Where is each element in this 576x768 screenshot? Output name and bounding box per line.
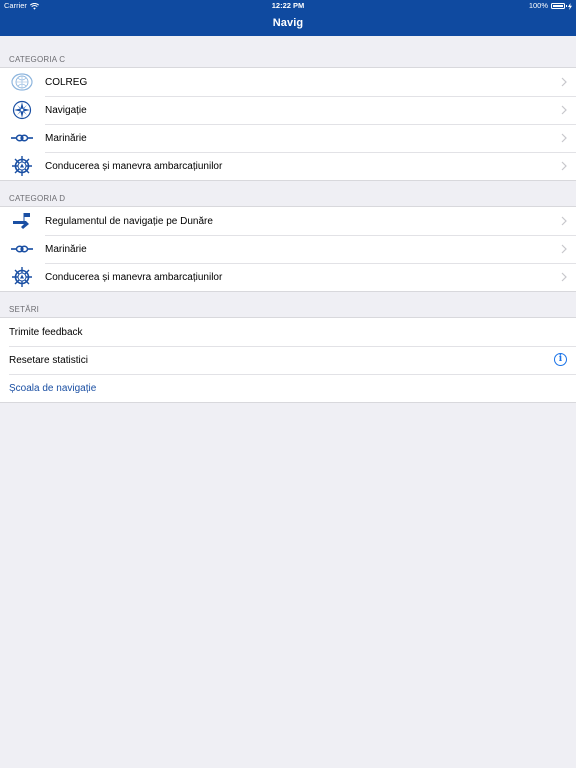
chevron-right-icon [561,105,567,115]
battery-fill [553,5,563,7]
reset-statistics-label: Resetare statistici [9,354,88,366]
page-title: Navig [272,17,304,29]
list-item-colreg[interactable]: COLREG [0,68,576,96]
charging-bolt-icon [568,2,572,10]
categoria-d-list: Regulamentul de navigație pe Dunăre Mari… [0,206,576,292]
status-bar: Carrier 12:22 PM 100% [0,0,576,12]
list-item-label: Marinărie [45,243,87,255]
rope-knot-icon [11,128,33,148]
chevron-right-icon [561,161,567,171]
nav-bar: Carrier 12:22 PM 100% Navig [0,0,576,36]
chevron-right-icon [561,77,567,87]
list-item-conducerea-d[interactable]: Conducerea și manevra ambarcațiunilor [0,263,576,291]
list-item-regulamentul[interactable]: Regulamentul de navigație pe Dunăre [0,207,576,235]
list-item-marinarie[interactable]: Marinărie [0,124,576,152]
river-flag-icon [11,211,33,231]
list-item-conducerea[interactable]: Conducerea și manevra ambarcațiunilor [0,152,576,180]
list-item-label: Navigație [45,104,87,116]
compass-rose-icon [11,100,33,120]
clock: 12:22 PM [271,1,305,10]
settings-list: Trimite feedback Resetare statistici i Ș… [0,317,576,403]
send-feedback-row[interactable]: Trimite feedback [0,318,576,346]
list-item-label: Conducerea și manevra ambarcațiunilor [45,160,223,172]
section-header-categoria-d: CATEGORIA D [9,194,66,203]
chevron-right-icon [561,133,567,143]
list-item-label: Marinărie [45,132,87,144]
section-header-setari: SETĂRI [9,305,40,314]
battery-group: 100% [529,0,572,12]
chevron-right-icon [561,272,567,282]
categoria-c-list: COLREG Navigație Marinărie Conducerea și… [0,67,576,181]
list-item-label: Conducerea și manevra ambarcațiunilor [45,271,223,283]
ship-wheel-icon [11,156,33,176]
chevron-right-icon [561,216,567,226]
reset-statistics-row[interactable]: Resetare statistici i [0,346,576,374]
ship-wheel-icon [11,267,33,287]
list-item-label: Regulamentul de navigație pe Dunăre [45,215,213,227]
rope-knot-icon [11,239,33,259]
battery-icon [551,3,567,9]
send-feedback-label: Trimite feedback [9,326,83,338]
navigation-school-row[interactable]: Școala de navigație [0,374,576,402]
list-item-label: COLREG [45,76,88,88]
chevron-right-icon [561,244,567,254]
battery-percent: 100% [528,1,548,10]
navigation-school-link[interactable]: Școala de navigație [9,383,96,394]
list-item-marinarie-d[interactable]: Marinărie [0,235,576,263]
un-emblem-icon [11,72,33,92]
list-item-navigatie[interactable]: Navigație [0,96,576,124]
section-header-categoria-c: CATEGORIA C [9,55,66,64]
info-icon[interactable]: i [554,353,567,366]
